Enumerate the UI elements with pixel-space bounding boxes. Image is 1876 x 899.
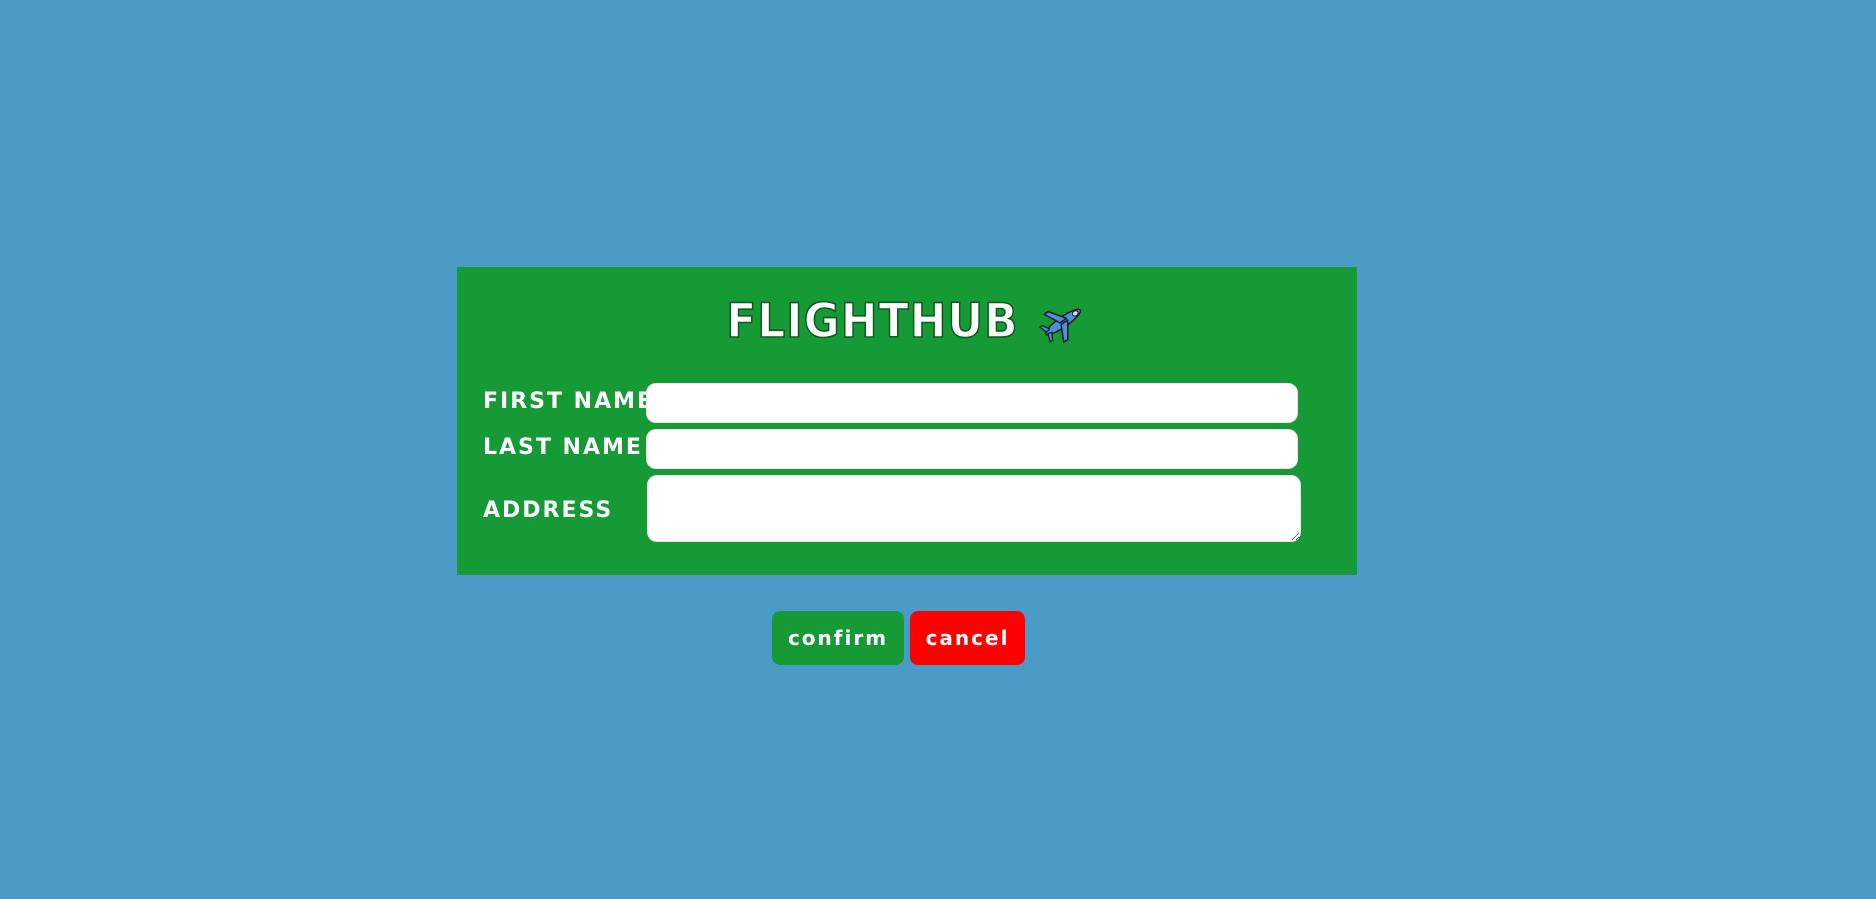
booking-form-card: FLIGHTHUB FIRST NAME LAST NAME ADDRESS — [457, 267, 1357, 575]
cancel-button[interactable]: cancel — [910, 611, 1025, 665]
first-name-input[interactable] — [646, 383, 1298, 423]
header: FLIGHTHUB — [457, 291, 1357, 351]
airplane-icon — [1038, 297, 1088, 347]
last-name-label: LAST NAME — [483, 435, 643, 460]
confirm-button[interactable]: confirm — [772, 611, 904, 665]
first-name-label: FIRST NAME — [483, 389, 655, 414]
last-name-input[interactable] — [646, 429, 1298, 469]
page: FLIGHTHUB FIRST NAME LAST NAME ADDRESS c… — [0, 0, 1876, 899]
app-title: FLIGHTHUB — [725, 293, 1019, 350]
address-textarea[interactable] — [647, 475, 1301, 542]
address-label: ADDRESS — [483, 498, 614, 523]
